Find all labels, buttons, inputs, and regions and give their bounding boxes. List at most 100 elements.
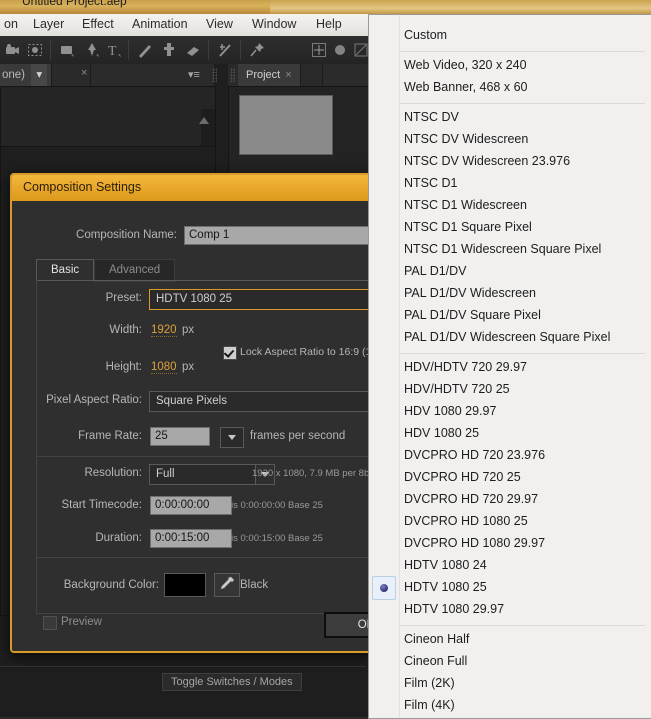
menu-separator xyxy=(400,51,645,52)
frame-rate-stepper[interactable] xyxy=(220,427,244,448)
menu-item-ntsc-dv[interactable]: NTSC DV xyxy=(400,106,459,128)
menu-item-layer[interactable]: Layer xyxy=(33,17,64,31)
menu-item-film-4k[interactable]: Film (4K) xyxy=(400,694,455,716)
menu-item-web-banner-468x60[interactable]: Web Banner, 468 x 60 xyxy=(400,76,527,98)
menu-item-view[interactable]: View xyxy=(206,17,233,31)
brush-icon[interactable] xyxy=(136,41,154,59)
width-value[interactable]: 1920 xyxy=(151,324,177,337)
preset-label: Preset: xyxy=(105,292,142,304)
eraser-icon[interactable] xyxy=(184,41,202,59)
preset-dropdown-menu: Custom Web Video, 320 x 240 Web Banner, … xyxy=(368,14,651,719)
menu-item-dvcpro-hd-720-23976[interactable]: DVCPRO HD 720 23.976 xyxy=(400,444,545,466)
menu-item-ntsc-d1-widescreen[interactable]: NTSC D1 Widescreen xyxy=(400,194,527,216)
eyedropper-icon[interactable] xyxy=(214,573,240,597)
background-color-name: Black xyxy=(240,579,269,591)
scroll-up-arrow-icon[interactable] xyxy=(199,117,209,124)
composition-panel-tab-bar: one) ▾ × ▾≡ xyxy=(0,64,217,86)
pixel-aspect-ratio-dropdown[interactable]: Square Pixels xyxy=(149,391,370,412)
menu-item-ntsc-dv-widescreen[interactable]: NTSC DV Widescreen xyxy=(400,128,528,150)
panel-menu-icon[interactable]: ▾≡ xyxy=(188,68,200,81)
ok-button[interactable]: OK xyxy=(324,612,370,638)
window-title: Untitled Project.aep xyxy=(22,0,127,8)
menu-item-hdv-1080-2997[interactable]: HDV 1080 29.97 xyxy=(400,400,496,422)
close-icon[interactable]: × xyxy=(285,69,291,81)
lock-aspect-ratio-checkbox[interactable] xyxy=(223,346,237,360)
composition-name-input[interactable]: Comp 1 xyxy=(184,226,370,245)
composition-name-label: Composition Name: xyxy=(76,229,177,241)
menu-item-ntsc-d1[interactable]: NTSC D1 xyxy=(400,172,457,194)
menu-item-dvcpro-hd-720-25[interactable]: DVCPRO HD 720 25 xyxy=(400,466,521,488)
tab-project-label: Project xyxy=(246,69,281,81)
tab-basic[interactable]: Basic xyxy=(36,259,95,281)
preset-dropdown[interactable]: HDTV 1080 25 xyxy=(149,289,370,310)
resolution-label: Resolution: xyxy=(84,467,142,479)
menu-item-ntsc-d1-square-pixel[interactable]: NTSC D1 Square Pixel xyxy=(400,216,532,238)
panel-grip-handle[interactable] xyxy=(230,68,235,82)
menu-item-dvcpro-hd-1080-2997[interactable]: DVCPRO HD 1080 29.97 xyxy=(400,532,545,554)
menu-item-composition[interactable]: on xyxy=(4,17,18,31)
duration-info: is 0:00:15:00 Base 25 xyxy=(231,533,323,544)
shape-icon[interactable] xyxy=(58,41,76,59)
dialog-title-bar[interactable]: Composition Settings xyxy=(12,175,370,201)
tab-underline xyxy=(36,280,370,281)
tab-project[interactable]: Project × xyxy=(238,64,301,86)
menu-item-effect[interactable]: Effect xyxy=(82,17,114,31)
region-of-interest-icon[interactable] xyxy=(26,41,44,59)
menu-item-custom[interactable]: Custom xyxy=(400,24,447,46)
menu-item-dvcpro-hd-720-2997[interactable]: DVCPRO HD 720 29.97 xyxy=(400,488,538,510)
menu-separator xyxy=(400,625,645,626)
menu-item-hdtv-1080-24[interactable]: HDTV 1080 24 xyxy=(400,554,487,576)
background-color-swatch[interactable] xyxy=(164,573,206,597)
puppet-pin-icon[interactable] xyxy=(248,41,266,59)
preview-checkbox[interactable] xyxy=(43,616,57,630)
menu-item-pal-d1-dv-square-pixel[interactable]: PAL D1/DV Square Pixel xyxy=(400,304,541,326)
menu-item-animation[interactable]: Animation xyxy=(132,17,188,31)
pen-icon[interactable] xyxy=(83,41,101,59)
menu-item-pal-d1-dv-widescreen-square-pixel[interactable]: PAL D1/DV Widescreen Square Pixel xyxy=(400,326,610,348)
preview-label: Preview xyxy=(61,616,102,628)
toolbar-separator xyxy=(50,40,51,60)
record-icon[interactable] xyxy=(331,41,349,59)
menu-item-ntsc-d1-widescreen-square-pixel[interactable]: NTSC D1 Widescreen Square Pixel xyxy=(400,238,601,260)
menu-item-pal-d1-dv[interactable]: PAL D1/DV xyxy=(400,260,467,282)
chevron-down-icon[interactable]: ▾ xyxy=(31,64,48,86)
clone-stamp-icon[interactable] xyxy=(160,41,178,59)
height-value[interactable]: 1080 xyxy=(151,361,177,374)
menu-item-help[interactable]: Help xyxy=(316,17,342,31)
resolution-info: 1920 x 1080, 7.9 MB per 8bp xyxy=(252,468,372,479)
transform-icon[interactable] xyxy=(310,41,328,59)
menu-item-hdv-1080-25[interactable]: HDV 1080 25 xyxy=(400,422,479,444)
menu-item-film-2k[interactable]: Film (2K) xyxy=(400,672,455,694)
frame-rate-input[interactable]: 25 xyxy=(150,427,210,446)
menu-item-cineon-half[interactable]: Cineon Half xyxy=(400,628,469,650)
start-timecode-input[interactable]: 0:00:00:00 xyxy=(150,496,232,515)
camera-icon[interactable] xyxy=(4,41,22,59)
frame-rate-label: Frame Rate: xyxy=(78,430,142,442)
timeline-separator xyxy=(0,666,366,667)
tab-advanced[interactable]: Advanced xyxy=(94,259,176,282)
menu-item-hdv-hdtv-720-2997[interactable]: HDV/HDTV 720 29.97 xyxy=(400,356,527,378)
menu-item-hdtv-1080-25[interactable]: HDTV 1080 25 xyxy=(400,576,487,598)
menu-item-web-video-320x240[interactable]: Web Video, 320 x 240 xyxy=(400,54,527,76)
menu-item-pal-d1-dv-widescreen[interactable]: PAL D1/DV Widescreen xyxy=(400,282,536,304)
menu-item-dvcpro-hd-1080-25[interactable]: DVCPRO HD 1080 25 xyxy=(400,510,528,532)
menu-item-cineon-full[interactable]: Cineon Full xyxy=(400,650,467,672)
toggle-switches-modes-button[interactable]: Toggle Switches / Modes xyxy=(162,673,302,691)
menu-gutter xyxy=(369,15,400,718)
menu-item-window[interactable]: Window xyxy=(252,17,296,31)
section-separator xyxy=(36,557,370,558)
panel-grip-handle[interactable] xyxy=(212,68,217,82)
lock-aspect-ratio-label: Lock Aspect Ratio to 16:9 (1.78) xyxy=(240,346,370,358)
menu-item-hdv-hdtv-720-25[interactable]: HDV/HDTV 720 25 xyxy=(400,378,510,400)
duration-input[interactable]: 0:00:15:00 xyxy=(150,529,232,548)
menu-item-ntsc-dv-widescreen-23976[interactable]: NTSC DV Widescreen 23.976 xyxy=(400,150,570,172)
menu-item-hdtv-1080-2997[interactable]: HDTV 1080 29.97 xyxy=(400,598,504,620)
type-icon[interactable]: T xyxy=(105,41,123,59)
height-unit: px xyxy=(182,361,195,373)
toolbar-separator xyxy=(208,40,209,60)
close-icon[interactable]: × xyxy=(81,67,87,79)
roto-brush-icon[interactable] xyxy=(216,41,234,59)
composition-selector-dropdown[interactable]: one) ▾ xyxy=(0,64,53,86)
toolbar-separator xyxy=(240,40,241,60)
title-bar-glass xyxy=(270,0,651,14)
